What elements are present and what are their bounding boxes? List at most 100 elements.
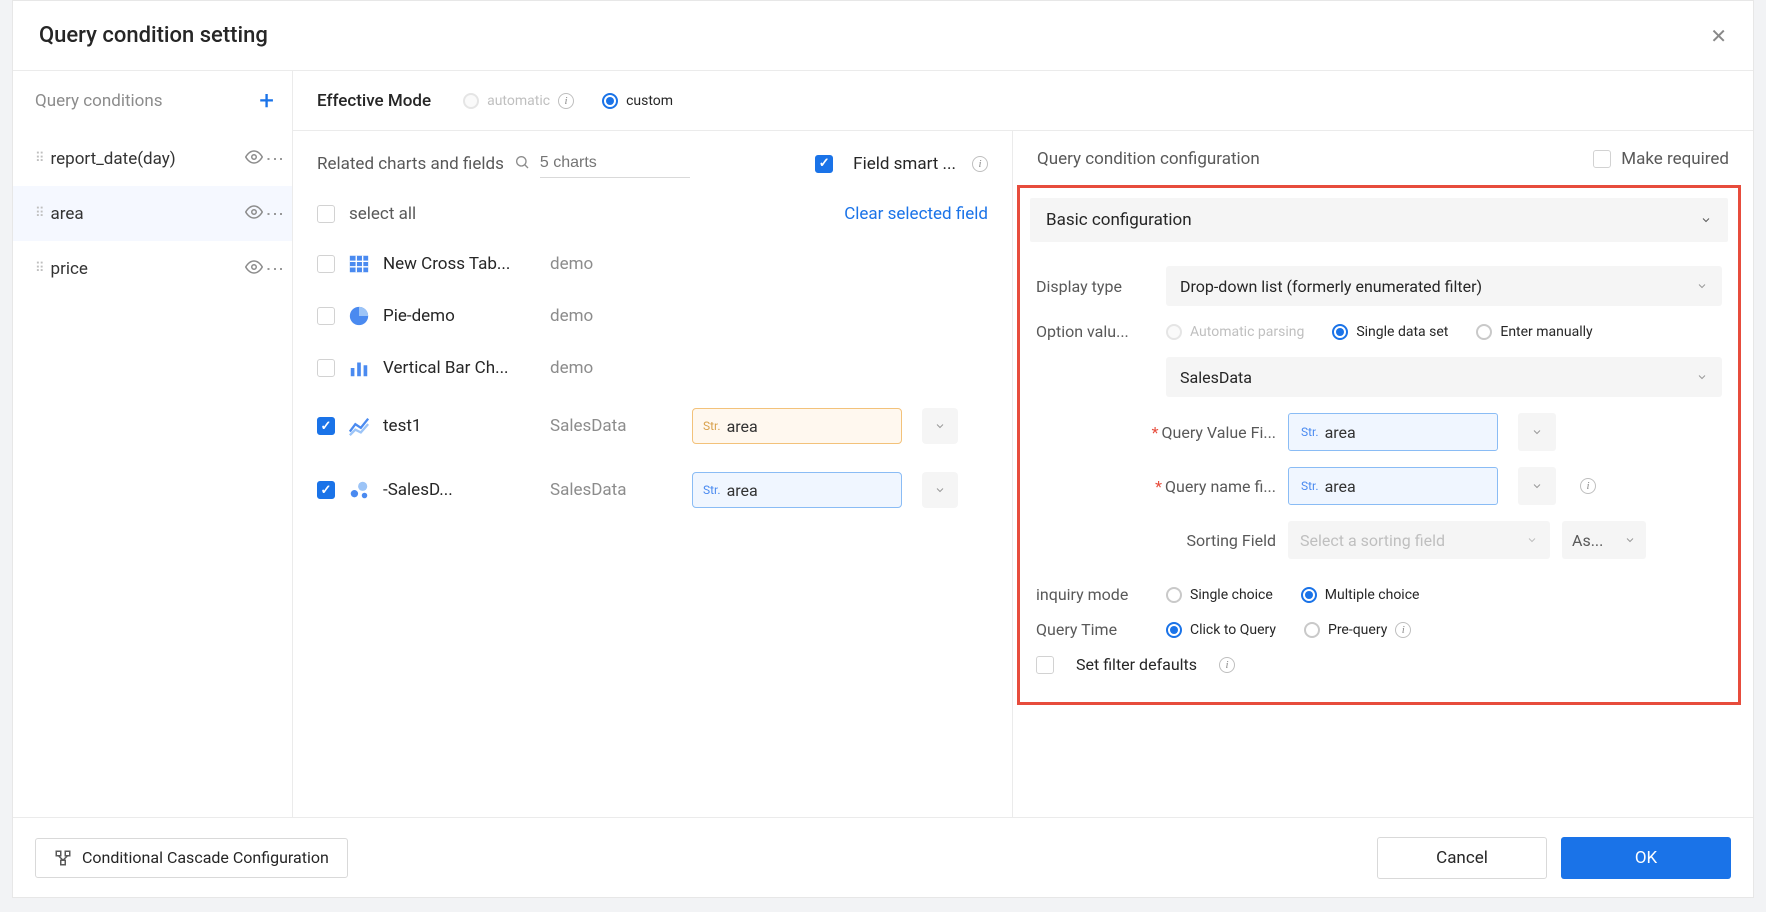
more-icon[interactable]: ⋮ xyxy=(271,205,278,223)
sorting-field-select[interactable]: Select a sorting field xyxy=(1288,521,1550,559)
related-head: Related charts and fields Field smart ..… xyxy=(293,131,1012,190)
dropdown-button[interactable] xyxy=(1518,467,1556,505)
dataset-row: SalesData xyxy=(1030,349,1728,405)
cascade-config-button[interactable]: Conditional Cascade Configuration xyxy=(35,838,348,878)
chart-checkbox[interactable] xyxy=(317,481,335,499)
form-label: inquiry mode xyxy=(1036,585,1154,604)
dialog: Query condition setting ✕ Query conditio… xyxy=(12,0,1754,898)
drag-handle-icon[interactable]: ⠿ xyxy=(35,151,43,166)
dialog-header: Query condition setting ✕ xyxy=(13,1,1753,71)
chart-checkbox[interactable] xyxy=(317,307,335,325)
select-all-checkbox[interactable] xyxy=(317,205,335,223)
chart-checkbox[interactable] xyxy=(317,417,335,435)
search-icon[interactable] xyxy=(514,154,530,174)
field-smart-checkbox[interactable] xyxy=(815,155,833,173)
type-tag: Str. xyxy=(1301,425,1319,439)
display-type-select[interactable]: Drop-down list (formerly enumerated filt… xyxy=(1166,266,1722,306)
chevron-down-icon xyxy=(1696,371,1708,383)
radio-single-choice[interactable]: Single choice xyxy=(1166,587,1273,603)
radio-label: Multiple choice xyxy=(1325,587,1420,603)
field-value: area xyxy=(727,481,758,500)
set-defaults-row: Set filter defaults i xyxy=(1030,647,1728,682)
radio-label: Click to Query xyxy=(1190,622,1276,638)
sidebar-title: Query conditions xyxy=(35,91,163,111)
query-name-row: *Query name fi... Str. area i xyxy=(1030,459,1728,513)
eye-icon[interactable] xyxy=(245,203,263,225)
chart-datasource: demo xyxy=(550,254,680,274)
option-value-radios: Automatic parsing Single data set Enter … xyxy=(1166,324,1593,340)
ok-button[interactable]: OK xyxy=(1561,837,1731,879)
eye-icon[interactable] xyxy=(245,258,263,280)
query-value-row: *Query Value Fi... Str. area xyxy=(1030,405,1728,459)
eye-icon[interactable] xyxy=(245,148,263,170)
info-icon[interactable]: i xyxy=(972,156,988,172)
radio-automatic: automatic i xyxy=(463,93,574,109)
set-defaults-checkbox[interactable] xyxy=(1036,656,1054,674)
radio-dot-icon xyxy=(1166,324,1182,340)
condition-item[interactable]: ⠿ report_date(day) ⋮ xyxy=(13,131,292,186)
query-name-select[interactable]: Str. area xyxy=(1288,467,1498,505)
radio-click-to-query[interactable]: Click to Query xyxy=(1166,622,1276,638)
condition-label: price xyxy=(51,259,245,279)
select-all-row: select all Clear selected field xyxy=(293,190,1012,238)
sorting-row: Sorting Field Select a sorting field As.… xyxy=(1030,513,1728,567)
radio-label: Pre-query xyxy=(1328,622,1387,638)
radio-pre-query[interactable]: Pre-query i xyxy=(1304,622,1411,638)
more-icon[interactable]: ⋮ xyxy=(271,150,278,168)
query-value-select[interactable]: Str. area xyxy=(1288,413,1498,451)
chart-checkbox[interactable] xyxy=(317,255,335,273)
cascade-icon xyxy=(54,849,72,867)
chart-row: Vertical Bar Ch... demo xyxy=(293,342,1012,394)
info-icon[interactable]: i xyxy=(1219,657,1235,673)
accordion-header[interactable]: Basic configuration xyxy=(1030,198,1728,242)
chart-name: Pie-demo xyxy=(383,306,538,326)
info-icon[interactable]: i xyxy=(558,93,574,109)
condition-item[interactable]: ⠿ area ⋮ xyxy=(13,186,292,241)
bubble-chart-icon xyxy=(347,478,371,502)
sidebar-head: Query conditions + xyxy=(13,71,292,131)
info-icon[interactable]: i xyxy=(1395,622,1411,638)
chart-datasource: SalesData xyxy=(550,480,680,500)
chart-search-input[interactable] xyxy=(540,149,690,178)
chart-checkbox[interactable] xyxy=(317,359,335,377)
bar-chart-icon xyxy=(347,356,371,380)
accordion-title: Basic configuration xyxy=(1046,210,1192,230)
field-chip[interactable]: Str. area xyxy=(692,408,902,444)
radio-custom[interactable]: custom xyxy=(602,93,673,109)
radio-multiple-choice[interactable]: Multiple choice xyxy=(1301,587,1420,603)
dialog-body: Query conditions + ⠿ report_date(day) ⋮ … xyxy=(13,71,1753,817)
field-dropdown-button[interactable] xyxy=(922,408,958,444)
dataset-select[interactable]: SalesData xyxy=(1166,357,1722,397)
condition-item[interactable]: ⠿ price ⋮ xyxy=(13,241,292,296)
query-time-radios: Click to Query Pre-query i xyxy=(1166,622,1411,638)
radio-enter-manually[interactable]: Enter manually xyxy=(1476,324,1592,340)
dropdown-button[interactable] xyxy=(1518,413,1556,451)
config-panel: Query condition configuration Make requi… xyxy=(1013,131,1753,817)
more-icon[interactable]: ⋮ xyxy=(271,260,278,278)
chart-datasource: demo xyxy=(550,306,680,326)
chart-row: New Cross Tab... demo xyxy=(293,238,1012,290)
field-value: area xyxy=(727,417,758,436)
radio-label: Enter manually xyxy=(1500,324,1592,340)
config-title: Query condition configuration xyxy=(1037,149,1593,169)
field-chip[interactable]: Str. area xyxy=(692,472,902,508)
close-icon[interactable]: ✕ xyxy=(1710,24,1727,48)
field-dropdown-button[interactable] xyxy=(922,472,958,508)
drag-handle-icon[interactable]: ⠿ xyxy=(35,206,43,221)
type-tag: Str. xyxy=(1301,479,1319,493)
cancel-button[interactable]: Cancel xyxy=(1377,837,1547,879)
form-label: Query Time xyxy=(1036,620,1154,639)
chevron-down-icon xyxy=(1696,280,1708,292)
radio-single-dataset[interactable]: Single data set xyxy=(1332,324,1448,340)
inquiry-mode-radios: Single choice Multiple choice xyxy=(1166,587,1419,603)
add-condition-button[interactable]: + xyxy=(259,88,274,114)
radio-label: Single data set xyxy=(1356,324,1448,340)
form-label: Option valu... xyxy=(1036,322,1154,341)
clear-selected-link[interactable]: Clear selected field xyxy=(844,204,988,224)
info-icon[interactable]: i xyxy=(1580,478,1596,494)
columns: Related charts and fields Field smart ..… xyxy=(293,131,1753,817)
chevron-down-icon xyxy=(1700,214,1712,226)
sort-order-select[interactable]: As... xyxy=(1562,521,1646,559)
drag-handle-icon[interactable]: ⠿ xyxy=(35,261,43,276)
make-required-checkbox[interactable] xyxy=(1593,150,1611,168)
